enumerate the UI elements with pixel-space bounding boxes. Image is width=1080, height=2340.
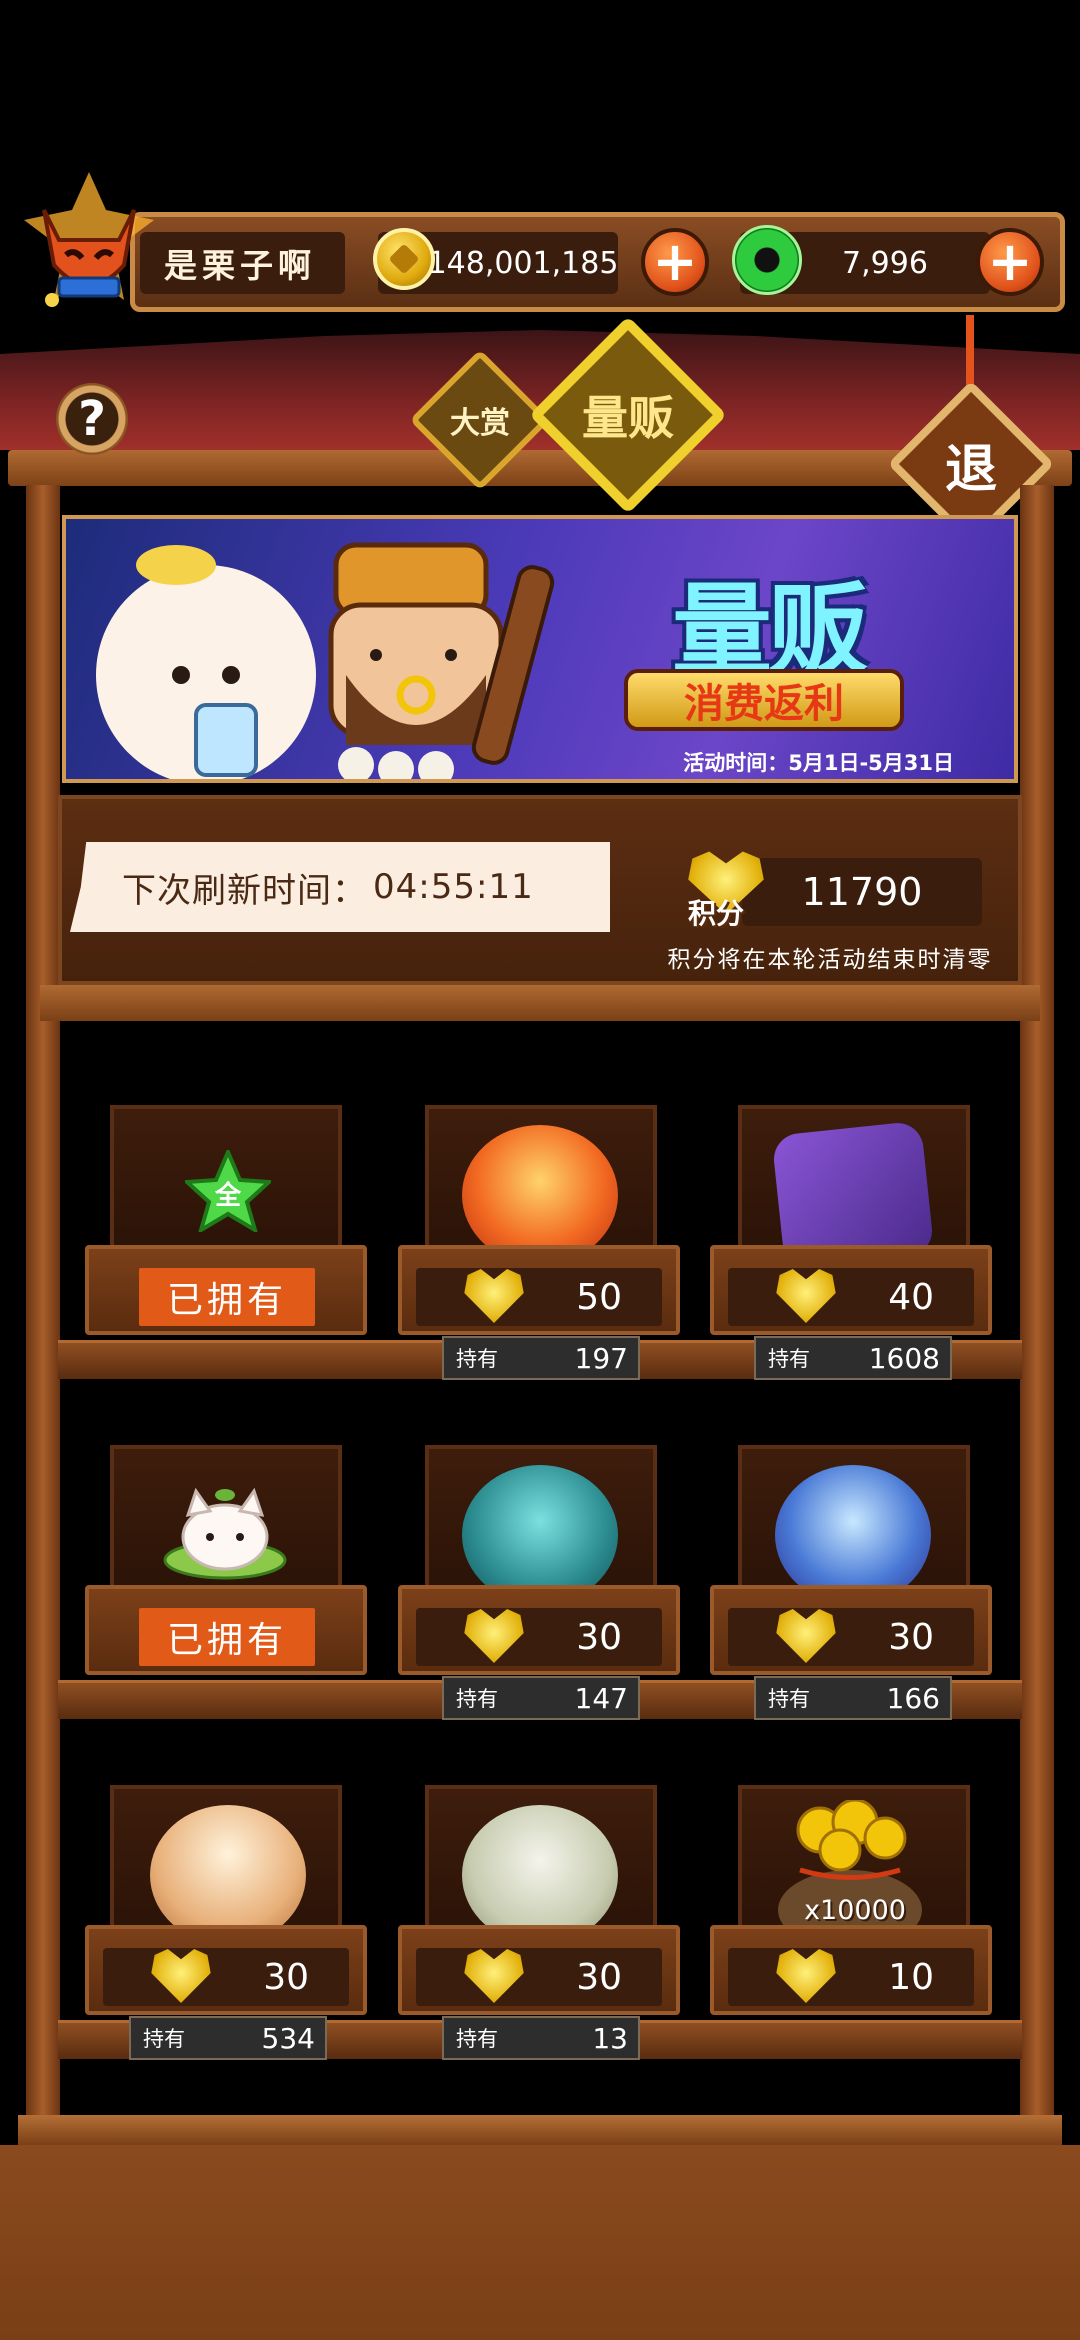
held-label: 持有: [456, 1347, 498, 1371]
add-coins-button[interactable]: +: [641, 228, 709, 296]
price-strip: 30: [103, 1948, 349, 2006]
blue-cube-orb-icon: [775, 1465, 931, 1605]
jade-amount: 7,996: [842, 245, 928, 281]
tab-dashang[interactable]: 大赏: [409, 349, 551, 491]
floor-beam: [18, 2115, 1062, 2145]
coin-icon: [373, 228, 435, 290]
player-name: 是栗子啊: [140, 232, 345, 294]
lantern-orb-icon: [150, 1805, 306, 1945]
points-balance: 11790: [742, 858, 982, 926]
item-price: 50: [576, 1276, 622, 1318]
coin-bag-amount: x10000: [804, 1895, 906, 1926]
owned-badge: 已拥有: [139, 1268, 315, 1326]
cat-pet-icon: [163, 1487, 287, 1580]
price-strip: 10: [728, 1948, 974, 2006]
item-price: 30: [576, 1616, 622, 1658]
held-count-tag: 持有 197: [442, 1336, 640, 1380]
points-value: 11790: [801, 870, 923, 914]
exit-label: 退: [944, 439, 997, 500]
held-count-tag: 持有 166: [754, 1676, 952, 1720]
refresh-time: 04:55:11: [373, 867, 534, 907]
held-count: 197: [574, 1341, 628, 1375]
price-strip: 30: [416, 1948, 662, 2006]
points-note: 积分将在本轮活动结束时清零: [667, 947, 993, 973]
owned-badge: 已拥有: [139, 1608, 315, 1666]
item-price: 30: [576, 1956, 622, 1998]
held-count-tag: 持有 13: [442, 2016, 640, 2060]
tab-dashang-label: 大赏: [450, 406, 510, 441]
held-label: 持有: [456, 2027, 498, 2051]
teal-dice-orb-icon: [462, 1465, 618, 1605]
price-strip: 30: [416, 1608, 662, 1666]
add-jade-button[interactable]: +: [976, 228, 1044, 296]
refresh-timer: 下次刷新时间： 04:55:11: [70, 842, 610, 932]
held-count-tag: 持有 534: [129, 2016, 327, 2060]
shelf-top-beam: [40, 985, 1040, 1021]
right-post: [1020, 485, 1054, 2125]
held-label: 持有: [768, 1347, 810, 1371]
held-count: 1608: [868, 1341, 940, 1375]
tab-liangfan-label: 量贩: [582, 391, 674, 445]
banner-subtitle: 消费返利: [624, 669, 904, 731]
item-price: 30: [263, 1956, 309, 1998]
held-count: 534: [261, 2021, 315, 2055]
svg-text:全: 全: [214, 1180, 242, 1211]
item-price: 10: [888, 1956, 934, 1998]
banner-characters: [96, 542, 555, 779]
price-strip: 50: [416, 1268, 662, 1326]
white-dice-orb-icon: [462, 1805, 618, 1945]
exit-button[interactable]: 退: [887, 380, 1055, 548]
jade-icon: [732, 225, 802, 295]
floor: [0, 2145, 1080, 2340]
held-count-tag: 持有 147: [442, 1676, 640, 1720]
price-strip: 30: [728, 1608, 974, 1666]
item-price: 40: [888, 1276, 934, 1318]
points-icon-label: 积分: [688, 897, 745, 930]
event-banner[interactable]: 量贩 消费返利 活动时间：5月1日-5月31日: [62, 515, 1018, 783]
held-count-tag: 持有 1608: [754, 1336, 952, 1380]
held-label: 持有: [143, 2027, 185, 2051]
banner-event-time: 活动时间：5月1日-5月31日: [683, 751, 954, 775]
held-label: 持有: [456, 1687, 498, 1711]
price-strip: 40: [728, 1268, 974, 1326]
points-icon: 积分: [672, 848, 768, 930]
item-price: 30: [888, 1616, 934, 1658]
green-star-icon: 全: [185, 1150, 271, 1232]
help-button[interactable]: ?: [56, 383, 128, 455]
held-count: 147: [574, 1681, 628, 1715]
refresh-label: 下次刷新时间：: [122, 870, 367, 911]
tab-liangfan[interactable]: 量贩: [529, 316, 727, 514]
fire-orb-icon: [462, 1125, 618, 1265]
held-count: 13: [592, 2021, 628, 2055]
held-count: 166: [886, 1681, 940, 1715]
held-label: 持有: [768, 1687, 810, 1711]
left-post: [26, 485, 60, 2125]
